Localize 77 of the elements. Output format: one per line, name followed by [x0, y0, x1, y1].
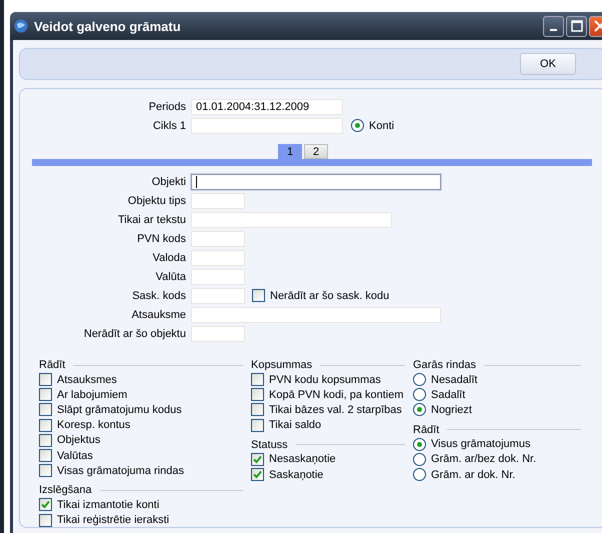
ok-button[interactable]: OK: [520, 53, 576, 75]
option-label: Nesaskaņotie: [269, 453, 336, 466]
field-label: Tikai ar tekstu: [116, 214, 187, 226]
option-label: Ar labojumiem: [57, 388, 128, 401]
option-label: Visas grāmatojuma rindas: [57, 464, 184, 477]
text-cursor: [196, 176, 197, 188]
globe-icon: [14, 19, 28, 33]
field-label: Objektu tips: [126, 194, 187, 206]
minimize-icon: [550, 29, 557, 31]
option-label: Tikai reģistrētie ieraksti: [57, 514, 170, 526]
group-title: Rādīt: [413, 424, 440, 436]
maximize-icon: [570, 20, 582, 32]
option-label: Slāpt grāmatojumu kodus: [57, 404, 182, 416]
option-label: Koresp. kontus: [57, 419, 130, 432]
maximize-button[interactable]: [566, 16, 587, 36]
checkbox[interactable]: [39, 373, 52, 386]
checkbox[interactable]: [39, 418, 52, 432]
checkbox[interactable]: [39, 403, 52, 416]
option-label: Tikai izmantotie konti: [57, 498, 160, 511]
checkbox[interactable]: [251, 418, 264, 432]
radio-button[interactable]: [413, 438, 426, 451]
option-label: Saskaņotie: [269, 468, 324, 481]
field-label: Atsauksme: [130, 308, 187, 320]
checkbox[interactable]: [251, 388, 264, 402]
minimize-button[interactable]: [543, 16, 564, 36]
option-label: Sadalīt: [431, 388, 466, 401]
field-label: Periods: [148, 100, 187, 112]
group-title: Rādīt: [39, 359, 66, 371]
checkbox[interactable]: [39, 498, 52, 512]
option-label: Tikai bāzes val. 2 starpības: [269, 404, 402, 416]
radio-button[interactable]: [351, 119, 364, 132]
input-field[interactable]: [191, 174, 441, 190]
tab[interactable]: 2: [304, 144, 328, 159]
option-label: Konti: [369, 120, 394, 132]
option-label: Nesadalīt: [431, 374, 478, 386]
checkbox[interactable]: [251, 468, 264, 482]
checkbox[interactable]: [251, 452, 264, 466]
field-label: Objekti: [150, 176, 187, 188]
checkbox[interactable]: [39, 464, 52, 478]
radio-button[interactable]: [413, 373, 426, 386]
group-title: Kopsummas: [251, 359, 312, 371]
radio-button[interactable]: [413, 388, 426, 402]
option-label: Grām. ar/bez dok. Nr.: [431, 453, 536, 466]
checkbox[interactable]: [39, 514, 52, 527]
field-label: Valūta: [154, 270, 187, 282]
radio-button[interactable]: [413, 468, 426, 482]
group-title: Izslēgšana: [39, 484, 92, 496]
checkbox[interactable]: [39, 434, 52, 447]
tab[interactable]: 1: [278, 144, 302, 159]
window-title: Veidot galveno grāmatu: [34, 18, 181, 34]
option-label: Objektus: [57, 434, 100, 446]
close-icon: [594, 20, 602, 32]
group-title: Statuss: [251, 438, 288, 451]
option-label: Nogriezt: [431, 404, 472, 416]
option-label: PVN kodu kopsummas: [269, 374, 381, 386]
option-label: Nerādīt ar šo sask. kodu: [270, 290, 390, 302]
field-label: Sask. kods: [131, 290, 187, 302]
field-label: PVN kods: [136, 232, 187, 244]
checkbox[interactable]: [251, 373, 264, 386]
option-label: Grām. ar dok. Nr.: [431, 468, 516, 481]
option-label: Valūtas: [57, 450, 93, 462]
field-label: Valoda: [152, 252, 187, 264]
field-label: Nerādīt ar šo objektu: [82, 328, 187, 340]
checkbox[interactable]: [252, 289, 265, 302]
cycle-field[interactable]: [191, 118, 343, 134]
group-title: Garās rindas: [413, 359, 476, 371]
field-label: Cikls 1: [152, 120, 187, 132]
option-label: Visus grāmatojumus: [431, 438, 530, 450]
radio-button[interactable]: [413, 403, 426, 416]
checkbox[interactable]: [39, 449, 52, 462]
option-label: Kopā PVN kodi, pa kontiem: [269, 388, 404, 401]
period-field[interactable]: 01.01.2004:31.12.2009: [191, 98, 343, 114]
option-label: Tikai saldo: [269, 419, 322, 432]
checkbox[interactable]: [251, 403, 264, 416]
checkbox[interactable]: [39, 388, 52, 402]
radio-button[interactable]: [413, 452, 426, 466]
option-label: Atsauksmes: [57, 374, 117, 386]
